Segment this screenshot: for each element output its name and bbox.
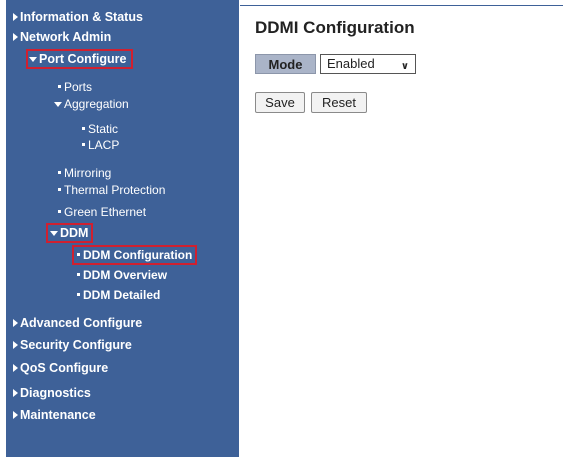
sidebar-item-label: Security Configure <box>20 338 132 352</box>
sidebar-item-label: DDM <box>60 226 89 240</box>
sidebar-item-label: DDM Overview <box>83 268 168 282</box>
sidebar-item-label: Network Admin <box>20 30 112 44</box>
bullet-icon <box>58 171 61 174</box>
sidebar-item-ports[interactable]: Ports <box>58 80 92 94</box>
save-button[interactable]: Save <box>255 92 305 113</box>
caret-right-icon <box>13 389 18 397</box>
sidebar-item-static[interactable]: Static <box>82 122 118 136</box>
bullet-icon <box>77 273 80 276</box>
sidebar-item-maintenance[interactable]: Maintenance <box>13 408 96 422</box>
reset-button[interactable]: Reset <box>311 92 367 113</box>
sidebar-item-ddm-overview[interactable]: DDM Overview <box>77 268 167 282</box>
sidebar-item-ddm-detailed[interactable]: DDM Detailed <box>77 288 160 302</box>
sidebar-item-label: Mirroring <box>64 166 112 180</box>
sidebar-item-label: Static <box>88 122 119 136</box>
sidebar-item-label: DDM Configuration <box>83 248 193 262</box>
bullet-icon <box>77 253 80 256</box>
mode-select-value: Enabled <box>327 56 375 71</box>
caret-right-icon <box>13 13 18 21</box>
sidebar-item-qos-configure[interactable]: QoS Configure <box>13 361 108 375</box>
caret-down-icon <box>29 57 37 62</box>
bullet-icon <box>58 188 61 191</box>
chevron-down-icon: ∨ <box>400 61 409 72</box>
sidebar-item-diagnostics[interactable]: Diagnostics <box>13 386 91 400</box>
sidebar-item-information-status[interactable]: Information & Status <box>13 10 143 24</box>
sidebar-item-label: Aggregation <box>64 97 129 111</box>
sidebar-item-label: Advanced Configure <box>20 316 143 330</box>
sidebar-item-aggregation[interactable]: Aggregation <box>54 97 129 111</box>
sidebar-item-label: LACP <box>88 138 120 152</box>
caret-right-icon <box>13 341 18 349</box>
sidebar-item-label: QoS Configure <box>20 361 109 375</box>
caret-right-icon <box>13 33 18 41</box>
sidebar-item-label: DDM Detailed <box>83 288 161 302</box>
sidebar-item-green-ethernet[interactable]: Green Ethernet <box>58 205 146 219</box>
caret-right-icon <box>13 411 18 419</box>
bullet-icon <box>77 293 80 296</box>
sidebar-item-port-configure[interactable]: Port Configure <box>26 49 133 69</box>
sidebar-item-security-configure[interactable]: Security Configure <box>13 338 132 352</box>
sidebar-item-lacp[interactable]: LACP <box>82 138 119 152</box>
sidebar-item-label: Ports <box>64 80 93 94</box>
content-top-border <box>240 5 563 6</box>
sidebar-item-network-admin[interactable]: Network Admin <box>13 30 111 44</box>
caret-right-icon <box>13 319 18 327</box>
caret-down-icon <box>50 231 58 236</box>
sidebar-item-label: Maintenance <box>20 408 96 422</box>
bullet-icon <box>58 210 61 213</box>
sidebar-item-label: Green Ethernet <box>64 205 147 219</box>
page-title: DDMI Configuration <box>255 18 415 37</box>
sidebar-item-label: Information & Status <box>20 10 143 24</box>
sidebar-item-thermal-protection[interactable]: Thermal Protection <box>58 183 165 197</box>
sidebar-item-ddm[interactable]: DDM <box>45 223 94 243</box>
bullet-icon <box>82 143 85 146</box>
mode-label: Mode <box>255 54 316 74</box>
bullet-icon <box>58 85 61 88</box>
sidebar-item-label: Diagnostics <box>20 386 91 400</box>
bullet-icon <box>82 127 85 130</box>
sidebar-item-ddm-configuration[interactable]: DDM Configuration <box>71 245 198 265</box>
sidebar: Information & Status Network Admin Port … <box>6 0 239 457</box>
sidebar-item-advanced-configure[interactable]: Advanced Configure <box>13 316 142 330</box>
sidebar-item-label: Thermal Protection <box>64 183 166 197</box>
sidebar-item-mirroring[interactable]: Mirroring <box>58 166 111 180</box>
sidebar-item-label: Port Configure <box>39 52 127 66</box>
mode-select[interactable]: Enabled ∨ <box>320 54 416 74</box>
caret-down-icon <box>54 102 62 107</box>
caret-right-icon <box>13 364 18 372</box>
